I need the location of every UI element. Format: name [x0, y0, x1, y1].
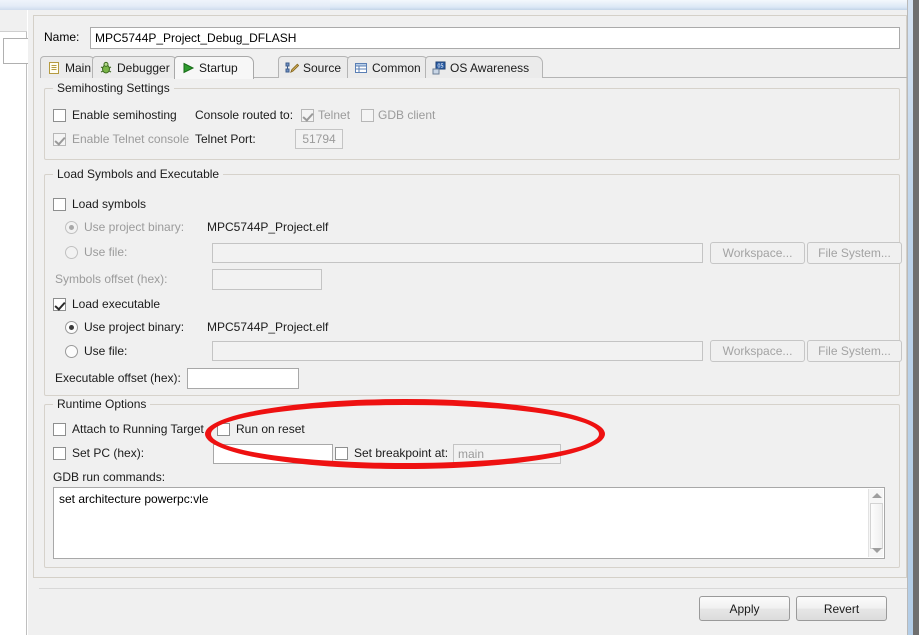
- symbols-use-file-input[interactable]: [212, 243, 703, 263]
- tab-source-label: Source: [303, 60, 342, 75]
- tab-main-label: Main: [65, 60, 92, 75]
- gdb-client-checkbox[interactable]: [361, 109, 374, 122]
- executable-offset-label: Executable offset (hex):: [55, 371, 181, 385]
- telnet-port-input[interactable]: 51794: [295, 129, 343, 149]
- executable-use-file-input[interactable]: [212, 341, 703, 361]
- symbols-use-project-binary-label: Use project binary:: [84, 220, 185, 234]
- symbols-offset-label: Symbols offset (hex):: [55, 272, 168, 286]
- symbols-use-file-label: Use file:: [84, 245, 128, 259]
- tab-os-awareness[interactable]: 05 OS Awareness: [425, 56, 543, 78]
- name-input[interactable]: MPC5744P_Project_Debug_DFLASH: [90, 27, 900, 49]
- console-routed-to-label: Console routed to:: [195, 108, 294, 122]
- executable-project-binary-value: MPC5744P_Project.elf: [207, 320, 329, 334]
- screenshot-root: Name: MPC5744P_Project_Debug_DFLASH Main…: [0, 0, 919, 635]
- enable-telnet-console-checkbox[interactable]: [53, 133, 66, 146]
- telnet-port-label: Telnet Port:: [195, 132, 256, 146]
- bug-icon: [99, 61, 113, 75]
- executable-use-file-label: Use file:: [84, 344, 128, 358]
- tab-common[interactable]: Common: [347, 56, 429, 78]
- symbols-filesystem-button[interactable]: File System...: [807, 242, 902, 264]
- semihosting-settings-group: Semihosting Settings Enable semihosting …: [44, 81, 900, 160]
- document-icon: [47, 61, 61, 75]
- gdb-client-label: GDB client: [378, 108, 436, 122]
- telnet-label: Telnet: [318, 108, 351, 122]
- name-row: Name: MPC5744P_Project_Debug_DFLASH: [44, 27, 900, 49]
- run-on-reset-label: Run on reset: [236, 422, 305, 436]
- set-pc-input[interactable]: [213, 444, 333, 464]
- enable-telnet-console-label: Enable Telnet console: [72, 132, 190, 146]
- tab-common-label: Common: [372, 60, 421, 75]
- attach-to-running-target-checkbox[interactable]: [53, 423, 66, 436]
- play-arrow-icon: [181, 61, 195, 75]
- left-tree-panel-item[interactable]: [3, 38, 31, 64]
- name-label: Name:: [44, 30, 80, 44]
- tab-main[interactable]: Main: [40, 56, 96, 78]
- load-symbols-executable-group: Load Symbols and Executable Load symbols…: [44, 167, 902, 396]
- set-pc-label: Set PC (hex):: [72, 446, 145, 460]
- load-symbols-label: Load symbols: [72, 197, 147, 211]
- run-on-reset-checkbox[interactable]: [217, 423, 230, 436]
- load-symbols-checkbox[interactable]: [53, 198, 66, 211]
- source-pencil-icon: [285, 61, 300, 75]
- window-titlebar-strip-right: [330, 0, 919, 10]
- set-breakpoint-at-input[interactable]: main: [453, 444, 561, 464]
- left-tree-panel[interactable]: [0, 10, 31, 635]
- tabbar: Main Debugger Startup Source Common 05 O…: [40, 56, 908, 79]
- scrollbar-thumb[interactable]: [870, 503, 883, 549]
- left-tree-panel-header: [0, 10, 27, 32]
- symbols-offset-input[interactable]: [212, 269, 322, 290]
- executable-filesystem-button[interactable]: File System...: [807, 340, 902, 362]
- symbols-use-project-binary-radio[interactable]: [65, 221, 78, 234]
- runtime-options-group: Runtime Options Attach to Running Target…: [44, 397, 900, 568]
- executable-use-project-binary-label: Use project binary:: [84, 320, 185, 334]
- symbols-project-binary-value: MPC5744P_Project.elf: [207, 220, 329, 234]
- set-breakpoint-at-checkbox[interactable]: [335, 447, 348, 460]
- executable-workspace-button[interactable]: Workspace...: [710, 340, 805, 362]
- scroll-down-arrow-icon[interactable]: [872, 548, 882, 553]
- load-symbols-group-title: Load Symbols and Executable: [53, 167, 224, 181]
- gdb-run-commands-textarea[interactable]: set architecture powerpc:vle: [53, 487, 885, 559]
- set-breakpoint-at-label: Set breakpoint at:: [354, 446, 449, 460]
- tab-debugger-label: Debugger: [117, 60, 170, 75]
- dialog-content-area: Name: MPC5744P_Project_Debug_DFLASH Main…: [33, 15, 913, 589]
- executable-offset-input[interactable]: [187, 368, 299, 389]
- symbols-use-file-radio[interactable]: [65, 246, 78, 259]
- enable-semihosting-label: Enable semihosting: [72, 108, 177, 122]
- runtime-options-group-title: Runtime Options: [53, 397, 151, 411]
- set-pc-checkbox[interactable]: [53, 447, 66, 460]
- executable-use-project-binary-radio[interactable]: [65, 321, 78, 334]
- executable-use-file-radio[interactable]: [65, 345, 78, 358]
- symbols-workspace-button[interactable]: Workspace...: [710, 242, 805, 264]
- load-executable-checkbox[interactable]: [53, 298, 66, 311]
- apply-button[interactable]: Apply: [699, 596, 790, 621]
- footer-separator: [39, 588, 913, 589]
- tab-startup[interactable]: Startup: [174, 56, 254, 79]
- tab-startup-label: Startup: [199, 61, 238, 75]
- launch-configuration-dialog: Name: MPC5744P_Project_Debug_DFLASH Main…: [28, 10, 913, 635]
- tab-os-awareness-label: OS Awareness: [450, 60, 530, 75]
- gdb-textarea-scrollbar[interactable]: [868, 489, 883, 557]
- load-executable-label: Load executable: [72, 297, 161, 311]
- gdb-run-commands-label: GDB run commands:: [53, 470, 166, 484]
- telnet-checkbox[interactable]: [301, 109, 314, 122]
- os-monitor-icon: 05: [432, 61, 446, 75]
- semihosting-group-title: Semihosting Settings: [53, 81, 174, 95]
- tab-debugger[interactable]: Debugger: [92, 56, 178, 78]
- attach-to-running-target-label: Attach to Running Target: [72, 422, 204, 436]
- scroll-up-arrow-icon[interactable]: [872, 493, 882, 498]
- revert-button[interactable]: Revert: [796, 596, 887, 621]
- tab-source[interactable]: Source: [278, 56, 351, 78]
- table-icon: [354, 61, 368, 75]
- window-right-accent: [908, 0, 913, 635]
- enable-semihosting-checkbox[interactable]: [53, 109, 66, 122]
- gdb-run-commands-value: set architecture powerpc:vle: [59, 492, 209, 506]
